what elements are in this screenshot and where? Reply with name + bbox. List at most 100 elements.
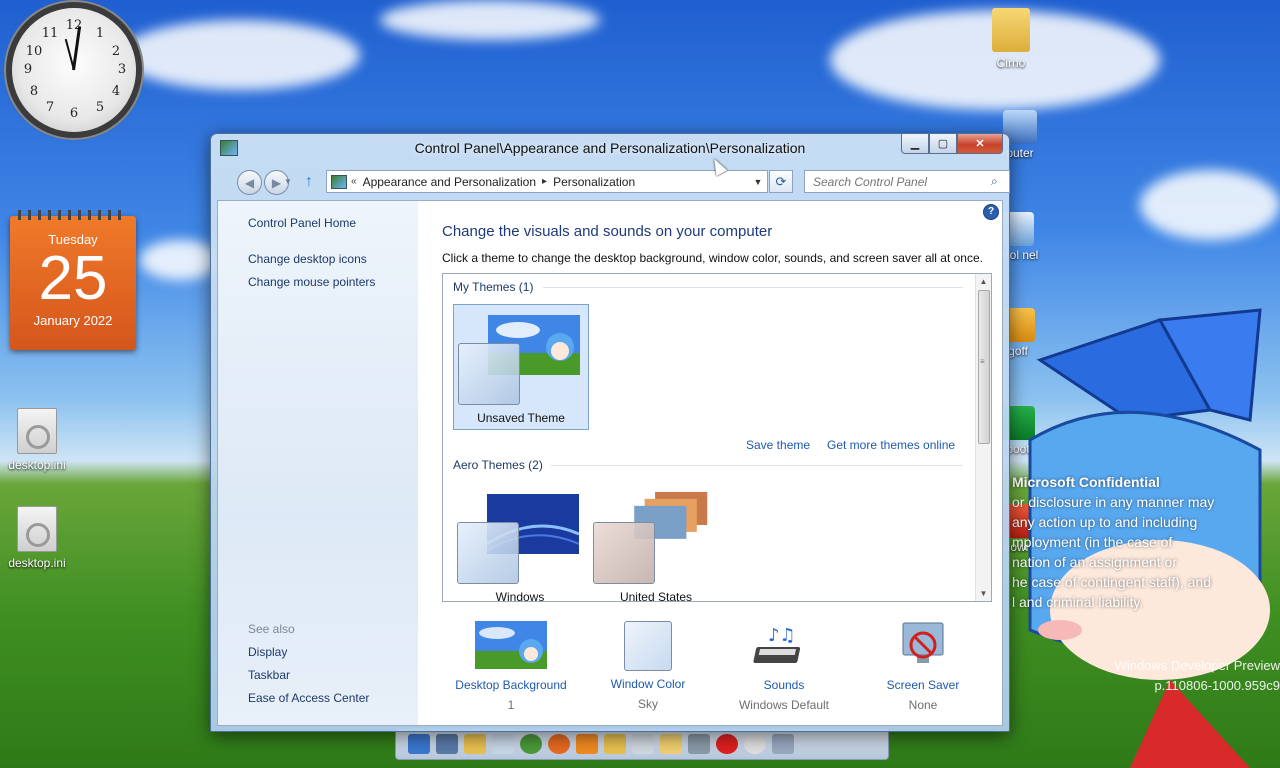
setting-label[interactable]: Desktop Background xyxy=(436,678,586,692)
calendar-gadget[interactable]: Tuesday 25 January 2022 xyxy=(10,210,136,350)
clock-number: 4 xyxy=(111,84,121,99)
window-color-setting[interactable]: Window Color Sky xyxy=(573,621,723,711)
back-button[interactable]: ◀ xyxy=(237,170,262,195)
scroll-grip-icon: ≡ xyxy=(980,357,985,366)
watermark-line: p.110806-1000.959c9 xyxy=(1154,678,1280,693)
taskbar-link[interactable]: Taskbar xyxy=(248,668,290,682)
firefox-icon[interactable] xyxy=(548,734,570,754)
svg-text:♪♫: ♪♫ xyxy=(768,625,796,646)
drive-icon[interactable] xyxy=(688,734,710,754)
theme-unsaved[interactable]: Unsaved Theme xyxy=(453,304,589,430)
control-panel-icon xyxy=(331,174,347,189)
desktop-icon-label: desktop.ini xyxy=(8,556,66,570)
search-icon[interactable]: ⌕ xyxy=(991,174,998,189)
scroll-thumb[interactable]: ≡ xyxy=(978,290,990,444)
change-mouse-pointers-link[interactable]: Change mouse pointers xyxy=(248,275,375,289)
calendar-rings xyxy=(18,210,128,220)
search-input[interactable] xyxy=(811,173,985,190)
refresh-icon: ⟳ xyxy=(775,173,787,189)
help-icon[interactable]: ? xyxy=(983,204,999,220)
computer-icon[interactable] xyxy=(436,734,458,754)
change-desktop-icons-link[interactable]: Change desktop icons xyxy=(248,252,367,266)
confidential-notice: Microsoft Confidential or disclosure in … xyxy=(1012,472,1280,612)
save-theme-link[interactable]: Save theme xyxy=(746,438,810,452)
desktop-icon-desktop-ini[interactable]: desktop.ini xyxy=(2,408,72,472)
desktop-background-setting[interactable]: Desktop Background 1 xyxy=(436,621,586,712)
aero-themes-label: Aero Themes (2) xyxy=(453,458,543,472)
page-description: Click a theme to change the desktop back… xyxy=(442,251,983,265)
mail-icon[interactable] xyxy=(492,734,514,754)
screen-saver-setting[interactable]: Screen Saver None xyxy=(848,621,998,712)
get-more-themes-link[interactable]: Get more themes online xyxy=(827,438,955,452)
scroll-up-icon[interactable]: ▲ xyxy=(976,274,991,289)
user-folder-icon xyxy=(992,8,1030,52)
theme-list-scrollbar[interactable]: ▲ ≡ ▼ xyxy=(975,274,991,601)
theme-color-swatch xyxy=(458,343,520,405)
group-divider xyxy=(551,465,963,466)
confidential-line: nation of an assignment or xyxy=(1012,554,1177,570)
page-title: Change the visuals and sounds on your co… xyxy=(442,223,773,240)
clock-number: 8 xyxy=(29,84,39,99)
ease-of-access-link[interactable]: Ease of Access Center xyxy=(248,691,369,705)
refresh-button[interactable]: ⟳ xyxy=(769,170,793,193)
theme-united-states[interactable]: United States xyxy=(589,484,723,602)
caption-buttons: ▁ ▢ ✕ xyxy=(901,134,1003,154)
taskbar xyxy=(395,728,889,760)
clock-icon[interactable] xyxy=(744,734,766,754)
confidential-line: he case of contingent staff), and xyxy=(1012,574,1211,590)
clock-number: 10 xyxy=(25,44,43,59)
display-link[interactable]: Display xyxy=(248,645,287,659)
back-arrow-icon: ◀ xyxy=(244,175,255,190)
folder-icon[interactable] xyxy=(660,734,682,754)
clock-number: 7 xyxy=(45,100,55,115)
setting-label[interactable]: Window Color xyxy=(573,677,723,691)
build-watermark: Windows Developer Preview p.110806-1000.… xyxy=(1010,656,1280,696)
sounds-setting[interactable]: ♪♫ Sounds Windows Default xyxy=(709,621,859,712)
breadcrumb-personalization[interactable]: Personalization xyxy=(547,175,641,189)
confidential-heading: Microsoft Confidential xyxy=(1012,474,1160,490)
up-arrow-icon[interactable]: ↑ xyxy=(305,173,321,191)
calendar-month-year: January 2022 xyxy=(33,313,113,328)
maximize-button[interactable]: ▢ xyxy=(929,134,957,154)
screen-saver-icon xyxy=(902,622,944,663)
theme-name: Unsaved Theme xyxy=(477,411,565,425)
cloud xyxy=(380,0,600,40)
theme-color-swatch xyxy=(457,522,519,584)
address-bar[interactable]: « Appearance and Personalization ▸ Perso… xyxy=(326,170,768,193)
clock-number: 11 xyxy=(41,26,59,41)
confidential-line: any action up to and including xyxy=(1012,514,1198,530)
network-icon[interactable] xyxy=(772,734,794,754)
media-icon[interactable] xyxy=(576,734,598,754)
theme-name: United States xyxy=(619,590,693,602)
power-icon[interactable] xyxy=(716,734,738,754)
desktop-icon-label: puter xyxy=(1006,146,1034,160)
group-divider xyxy=(543,287,963,288)
minimize-button[interactable]: ▁ xyxy=(901,134,929,154)
clock-gadget[interactable]: 12 1 2 3 4 5 6 7 8 9 10 11 xyxy=(12,8,136,132)
desktop-icon-desktop-ini[interactable]: desktop.ini xyxy=(2,506,72,570)
scroll-down-icon[interactable]: ▼ xyxy=(976,586,991,601)
personalization-window: Control Panel\Appearance and Personaliza… xyxy=(210,133,1010,732)
explorer-icon[interactable] xyxy=(604,734,626,754)
desktop-icon-cirno[interactable]: Cirno xyxy=(976,8,1046,70)
folder-icon[interactable] xyxy=(464,734,486,754)
file-icon xyxy=(17,506,57,552)
control-panel-home-link[interactable]: Control Panel Home xyxy=(248,216,356,230)
theme-windows[interactable]: Windows xyxy=(453,484,587,601)
setting-label[interactable]: Screen Saver xyxy=(848,678,998,692)
clock-number: 5 xyxy=(95,100,105,115)
desktop-icon-label: Cirno xyxy=(996,56,1026,70)
close-button[interactable]: ✕ xyxy=(957,134,1003,154)
start-orb-icon[interactable] xyxy=(408,734,430,754)
chrome-icon[interactable] xyxy=(520,734,542,754)
sounds-icon: ♪♫ xyxy=(753,625,801,663)
watermark-line: Windows Developer Preview xyxy=(1114,658,1280,673)
title-bar[interactable]: Control Panel\Appearance and Personaliza… xyxy=(211,134,1009,164)
document-icon[interactable] xyxy=(632,734,654,754)
forward-arrow-icon: ▶ xyxy=(271,175,282,190)
breadcrumb-appearance[interactable]: Appearance and Personalization xyxy=(357,175,542,189)
search-box[interactable]: ⌕ xyxy=(804,170,1010,193)
setting-label[interactable]: Sounds xyxy=(709,678,859,692)
recent-pages-dropdown[interactable]: ▼ xyxy=(284,177,292,186)
address-dropdown-icon[interactable]: ▼ xyxy=(749,177,767,187)
